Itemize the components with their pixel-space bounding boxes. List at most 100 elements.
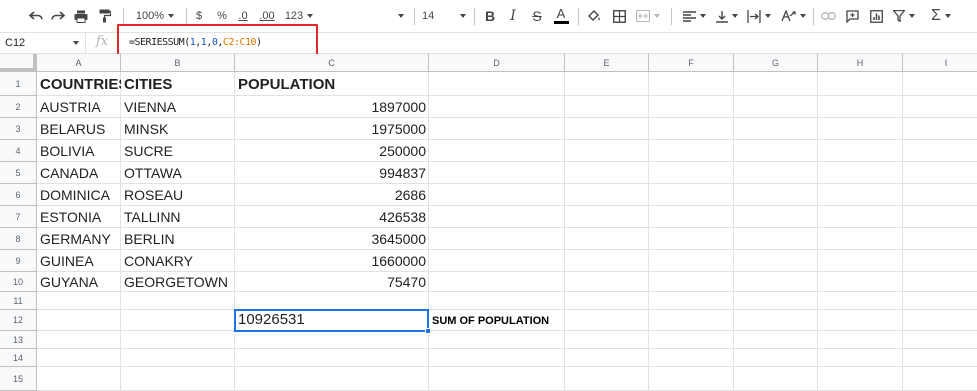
city-cell[interactable]: ROSEAU <box>121 184 235 206</box>
zoom-select[interactable]: 100% <box>131 6 179 26</box>
row-header-3[interactable]: 3 <box>0 118 37 140</box>
cell-f4[interactable] <box>649 140 734 162</box>
country-cell[interactable]: ESTONIA <box>37 206 121 228</box>
cell-e2[interactable] <box>565 96 649 118</box>
cell-f9[interactable] <box>649 250 734 272</box>
city-cell[interactable]: SUCRE <box>121 140 235 162</box>
country-cell[interactable]: DOMINICA <box>37 184 121 206</box>
font-family-dropdown[interactable] <box>396 6 406 26</box>
cell-d8[interactable] <box>429 228 565 250</box>
cell-f10[interactable] <box>649 272 734 292</box>
cell-d10[interactable] <box>429 272 565 292</box>
cell-h2[interactable] <box>818 96 903 118</box>
row-header-8[interactable]: 8 <box>0 228 37 250</box>
cell-f6[interactable] <box>649 184 734 206</box>
font-size-select[interactable]: 14 <box>422 6 466 26</box>
cell-g4[interactable] <box>734 140 818 162</box>
column-header-a[interactable]: A <box>37 54 121 72</box>
cell-i4[interactable] <box>903 140 977 162</box>
cell-e8[interactable] <box>565 228 649 250</box>
cell-e5[interactable] <box>565 162 649 184</box>
cell-h14[interactable] <box>818 349 903 367</box>
horizontal-align-icon[interactable] <box>681 6 707 26</box>
cell-i11[interactable] <box>903 292 977 310</box>
cell-i10[interactable] <box>903 272 977 292</box>
column-title[interactable]: POPULATION <box>235 72 429 96</box>
row-header-4[interactable]: 4 <box>0 140 37 162</box>
cell-e12[interactable] <box>565 310 649 331</box>
select-all-corner[interactable] <box>0 54 37 72</box>
country-cell[interactable]: BOLIVIA <box>37 140 121 162</box>
city-cell[interactable]: CONAKRY <box>121 250 235 272</box>
cell-h10[interactable] <box>818 272 903 292</box>
paint-format-icon[interactable] <box>97 6 113 26</box>
column-header-i[interactable]: I <box>903 54 977 72</box>
column-title[interactable]: COUNTRIES <box>37 72 121 96</box>
row-header-10[interactable]: 10 <box>0 272 37 292</box>
cell-g11[interactable] <box>734 292 818 310</box>
country-cell[interactable]: CANADA <box>37 162 121 184</box>
cell-e4[interactable] <box>565 140 649 162</box>
cell-d13[interactable] <box>429 331 565 349</box>
population-cell[interactable]: 3645000 <box>235 228 429 250</box>
insert-chart-icon[interactable] <box>868 6 884 26</box>
country-cell[interactable]: GUINEA <box>37 250 121 272</box>
cell-i6[interactable] <box>903 184 977 206</box>
cell-c14[interactable] <box>235 349 429 367</box>
column-header-g[interactable]: G <box>734 54 818 72</box>
cell-b11[interactable] <box>121 292 235 310</box>
undo-icon[interactable] <box>28 6 44 26</box>
functions-icon[interactable]: Σ <box>928 6 954 26</box>
population-cell[interactable]: 426538 <box>235 206 429 228</box>
row-header-7[interactable]: 7 <box>0 206 37 228</box>
row-header-1[interactable]: 1 <box>0 72 37 96</box>
cell-f7[interactable] <box>649 206 734 228</box>
cell-f1[interactable] <box>649 72 734 96</box>
cell-g13[interactable] <box>734 331 818 349</box>
decrease-decimal-button[interactable]: .0 <box>236 6 250 26</box>
cell-b13[interactable] <box>121 331 235 349</box>
cell-i9[interactable] <box>903 250 977 272</box>
cell-e11[interactable] <box>565 292 649 310</box>
cell-b14[interactable] <box>121 349 235 367</box>
cell-d1[interactable] <box>429 72 565 96</box>
text-color-icon[interactable]: A <box>553 6 569 26</box>
row-header-6[interactable]: 6 <box>0 184 37 206</box>
filter-icon[interactable] <box>892 6 916 26</box>
city-cell[interactable]: MINSK <box>121 118 235 140</box>
cell-h13[interactable] <box>818 331 903 349</box>
cell-d3[interactable] <box>429 118 565 140</box>
cell-h5[interactable] <box>818 162 903 184</box>
cell-g10[interactable] <box>734 272 818 292</box>
cell-f3[interactable] <box>649 118 734 140</box>
city-cell[interactable]: GEORGETOWN <box>121 272 235 292</box>
borders-icon[interactable] <box>611 6 627 26</box>
cell-a13[interactable] <box>37 331 121 349</box>
cell-f5[interactable] <box>649 162 734 184</box>
cell-g2[interactable] <box>734 96 818 118</box>
cell-c11[interactable] <box>235 292 429 310</box>
country-cell[interactable]: AUSTRIA <box>37 96 121 118</box>
increase-decimal-button[interactable]: .00 <box>258 6 276 26</box>
cell-i15[interactable] <box>903 367 977 391</box>
population-cell[interactable]: 994837 <box>235 162 429 184</box>
cell-c15[interactable] <box>235 367 429 391</box>
row-header-2[interactable]: 2 <box>0 96 37 118</box>
cell-g8[interactable] <box>734 228 818 250</box>
cell-d14[interactable] <box>429 349 565 367</box>
cell-i2[interactable] <box>903 96 977 118</box>
population-cell[interactable]: 75470 <box>235 272 429 292</box>
cell-e9[interactable] <box>565 250 649 272</box>
cell-i5[interactable] <box>903 162 977 184</box>
cell-f11[interactable] <box>649 292 734 310</box>
cell-a15[interactable] <box>37 367 121 391</box>
print-icon[interactable] <box>73 6 89 26</box>
city-cell[interactable]: BERLIN <box>121 228 235 250</box>
cell-d5[interactable] <box>429 162 565 184</box>
population-cell[interactable]: 1897000 <box>235 96 429 118</box>
cell-g7[interactable] <box>734 206 818 228</box>
cell-e14[interactable] <box>565 349 649 367</box>
population-cell[interactable]: 1975000 <box>235 118 429 140</box>
column-header-c[interactable]: C <box>235 54 429 72</box>
merge-cells-icon[interactable] <box>635 6 661 26</box>
